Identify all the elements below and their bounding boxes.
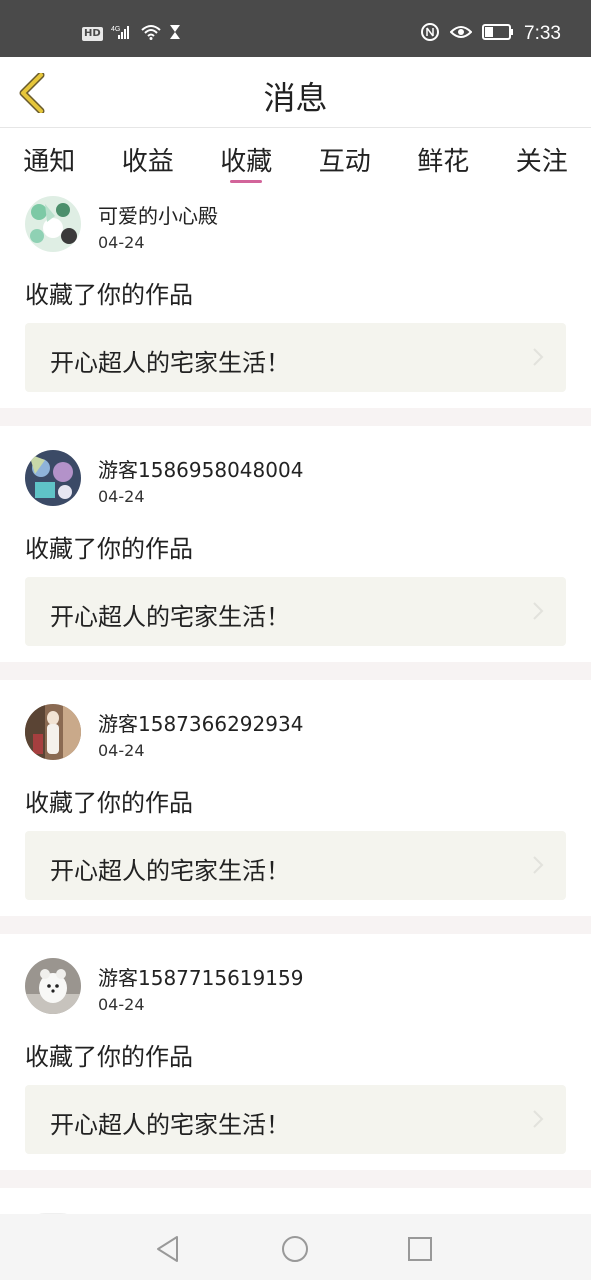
tab-interactions[interactable]: 互动 xyxy=(296,129,395,189)
divider xyxy=(0,1170,591,1188)
avatar[interactable] xyxy=(25,450,81,506)
wifi-icon xyxy=(141,24,161,44)
message-card: 游客1587366292934 04-24 收藏了你的作品 开心超人的宅家生活！ xyxy=(0,680,591,916)
tab-flowers[interactable]: 鲜花 xyxy=(394,129,493,189)
nav-home-button[interactable] xyxy=(278,1232,312,1266)
chevron-right-icon xyxy=(533,602,544,620)
work-title: 开心超人的宅家生活！ xyxy=(50,349,290,377)
work-link[interactable]: 开心超人的宅家生活！ xyxy=(25,1085,566,1154)
hd-badge: HD xyxy=(82,27,103,41)
action-text: 收藏了你的作品 xyxy=(25,535,193,563)
work-link[interactable]: 开心超人的宅家生活！ xyxy=(25,577,566,646)
username[interactable]: 可爱的小心殿 xyxy=(98,200,218,229)
svg-text:4G: 4G xyxy=(111,26,120,33)
username[interactable]: 游客1586958048004 xyxy=(98,454,303,483)
tab-earnings[interactable]: 收益 xyxy=(99,129,198,189)
battery-icon xyxy=(482,24,514,44)
message-card: 游客1586958048004 04-24 收藏了你的作品 开心超人的宅家生活！ xyxy=(0,426,591,662)
message-card: 游客1587715619159 04-24 收藏了你的作品 开心超人的宅家生活！ xyxy=(0,934,591,1170)
square-recents-icon xyxy=(408,1237,432,1261)
work-title: 开心超人的宅家生活！ xyxy=(50,603,290,631)
date: 04-24 xyxy=(98,487,145,506)
action-text: 收藏了你的作品 xyxy=(25,1043,193,1071)
divider xyxy=(0,408,591,426)
system-nav-bar xyxy=(0,1214,591,1280)
chevron-right-icon xyxy=(533,1110,544,1128)
circle-home-icon xyxy=(282,1236,308,1262)
tab-bar: 通知 收益 收藏 互动 鲜花 关注 xyxy=(0,129,591,189)
work-title: 开心超人的宅家生活！ xyxy=(50,857,290,885)
status-bar: HD 4G 7:33 xyxy=(0,0,591,57)
avatar[interactable] xyxy=(25,958,81,1014)
chevron-right-icon xyxy=(533,348,544,366)
eye-icon xyxy=(449,24,473,44)
page-title: 消息 xyxy=(263,79,328,117)
chevron-right-icon xyxy=(533,856,544,874)
date: 04-24 xyxy=(98,741,145,760)
message-card: 可爱的小心殿 04-24 收藏了你的作品 开心超人的宅家生活！ xyxy=(0,189,591,408)
status-left: HD 4G xyxy=(82,20,181,48)
date: 04-24 xyxy=(98,233,145,252)
work-link[interactable]: 开心超人的宅家生活！ xyxy=(25,323,566,392)
action-text: 收藏了你的作品 xyxy=(25,281,193,309)
header: 消息 xyxy=(0,57,591,128)
clock: 7:33 xyxy=(524,23,561,44)
action-text: 收藏了你的作品 xyxy=(25,789,193,817)
tab-following[interactable]: 关注 xyxy=(493,129,591,189)
username[interactable]: 游客1587715619159 xyxy=(98,962,303,991)
hourglass-icon xyxy=(169,24,181,44)
avatar[interactable] xyxy=(25,704,81,760)
work-title: 开心超人的宅家生活！ xyxy=(50,1111,290,1139)
tab-notifications[interactable]: 通知 xyxy=(0,129,99,189)
nav-back-button[interactable] xyxy=(151,1232,185,1266)
avatar[interactable] xyxy=(25,196,81,252)
work-link[interactable]: 开心超人的宅家生活！ xyxy=(25,831,566,900)
signal-icon: 4G xyxy=(111,24,133,44)
nav-recents-button[interactable] xyxy=(403,1232,437,1266)
divider xyxy=(0,916,591,934)
date: 04-24 xyxy=(98,995,145,1014)
tab-favorites[interactable]: 收藏 xyxy=(197,129,296,189)
triangle-back-icon xyxy=(157,1236,178,1262)
divider xyxy=(0,662,591,680)
username[interactable]: 游客1587366292934 xyxy=(98,708,303,737)
nfc-icon xyxy=(420,22,440,46)
status-right: 7:33 xyxy=(420,20,561,48)
